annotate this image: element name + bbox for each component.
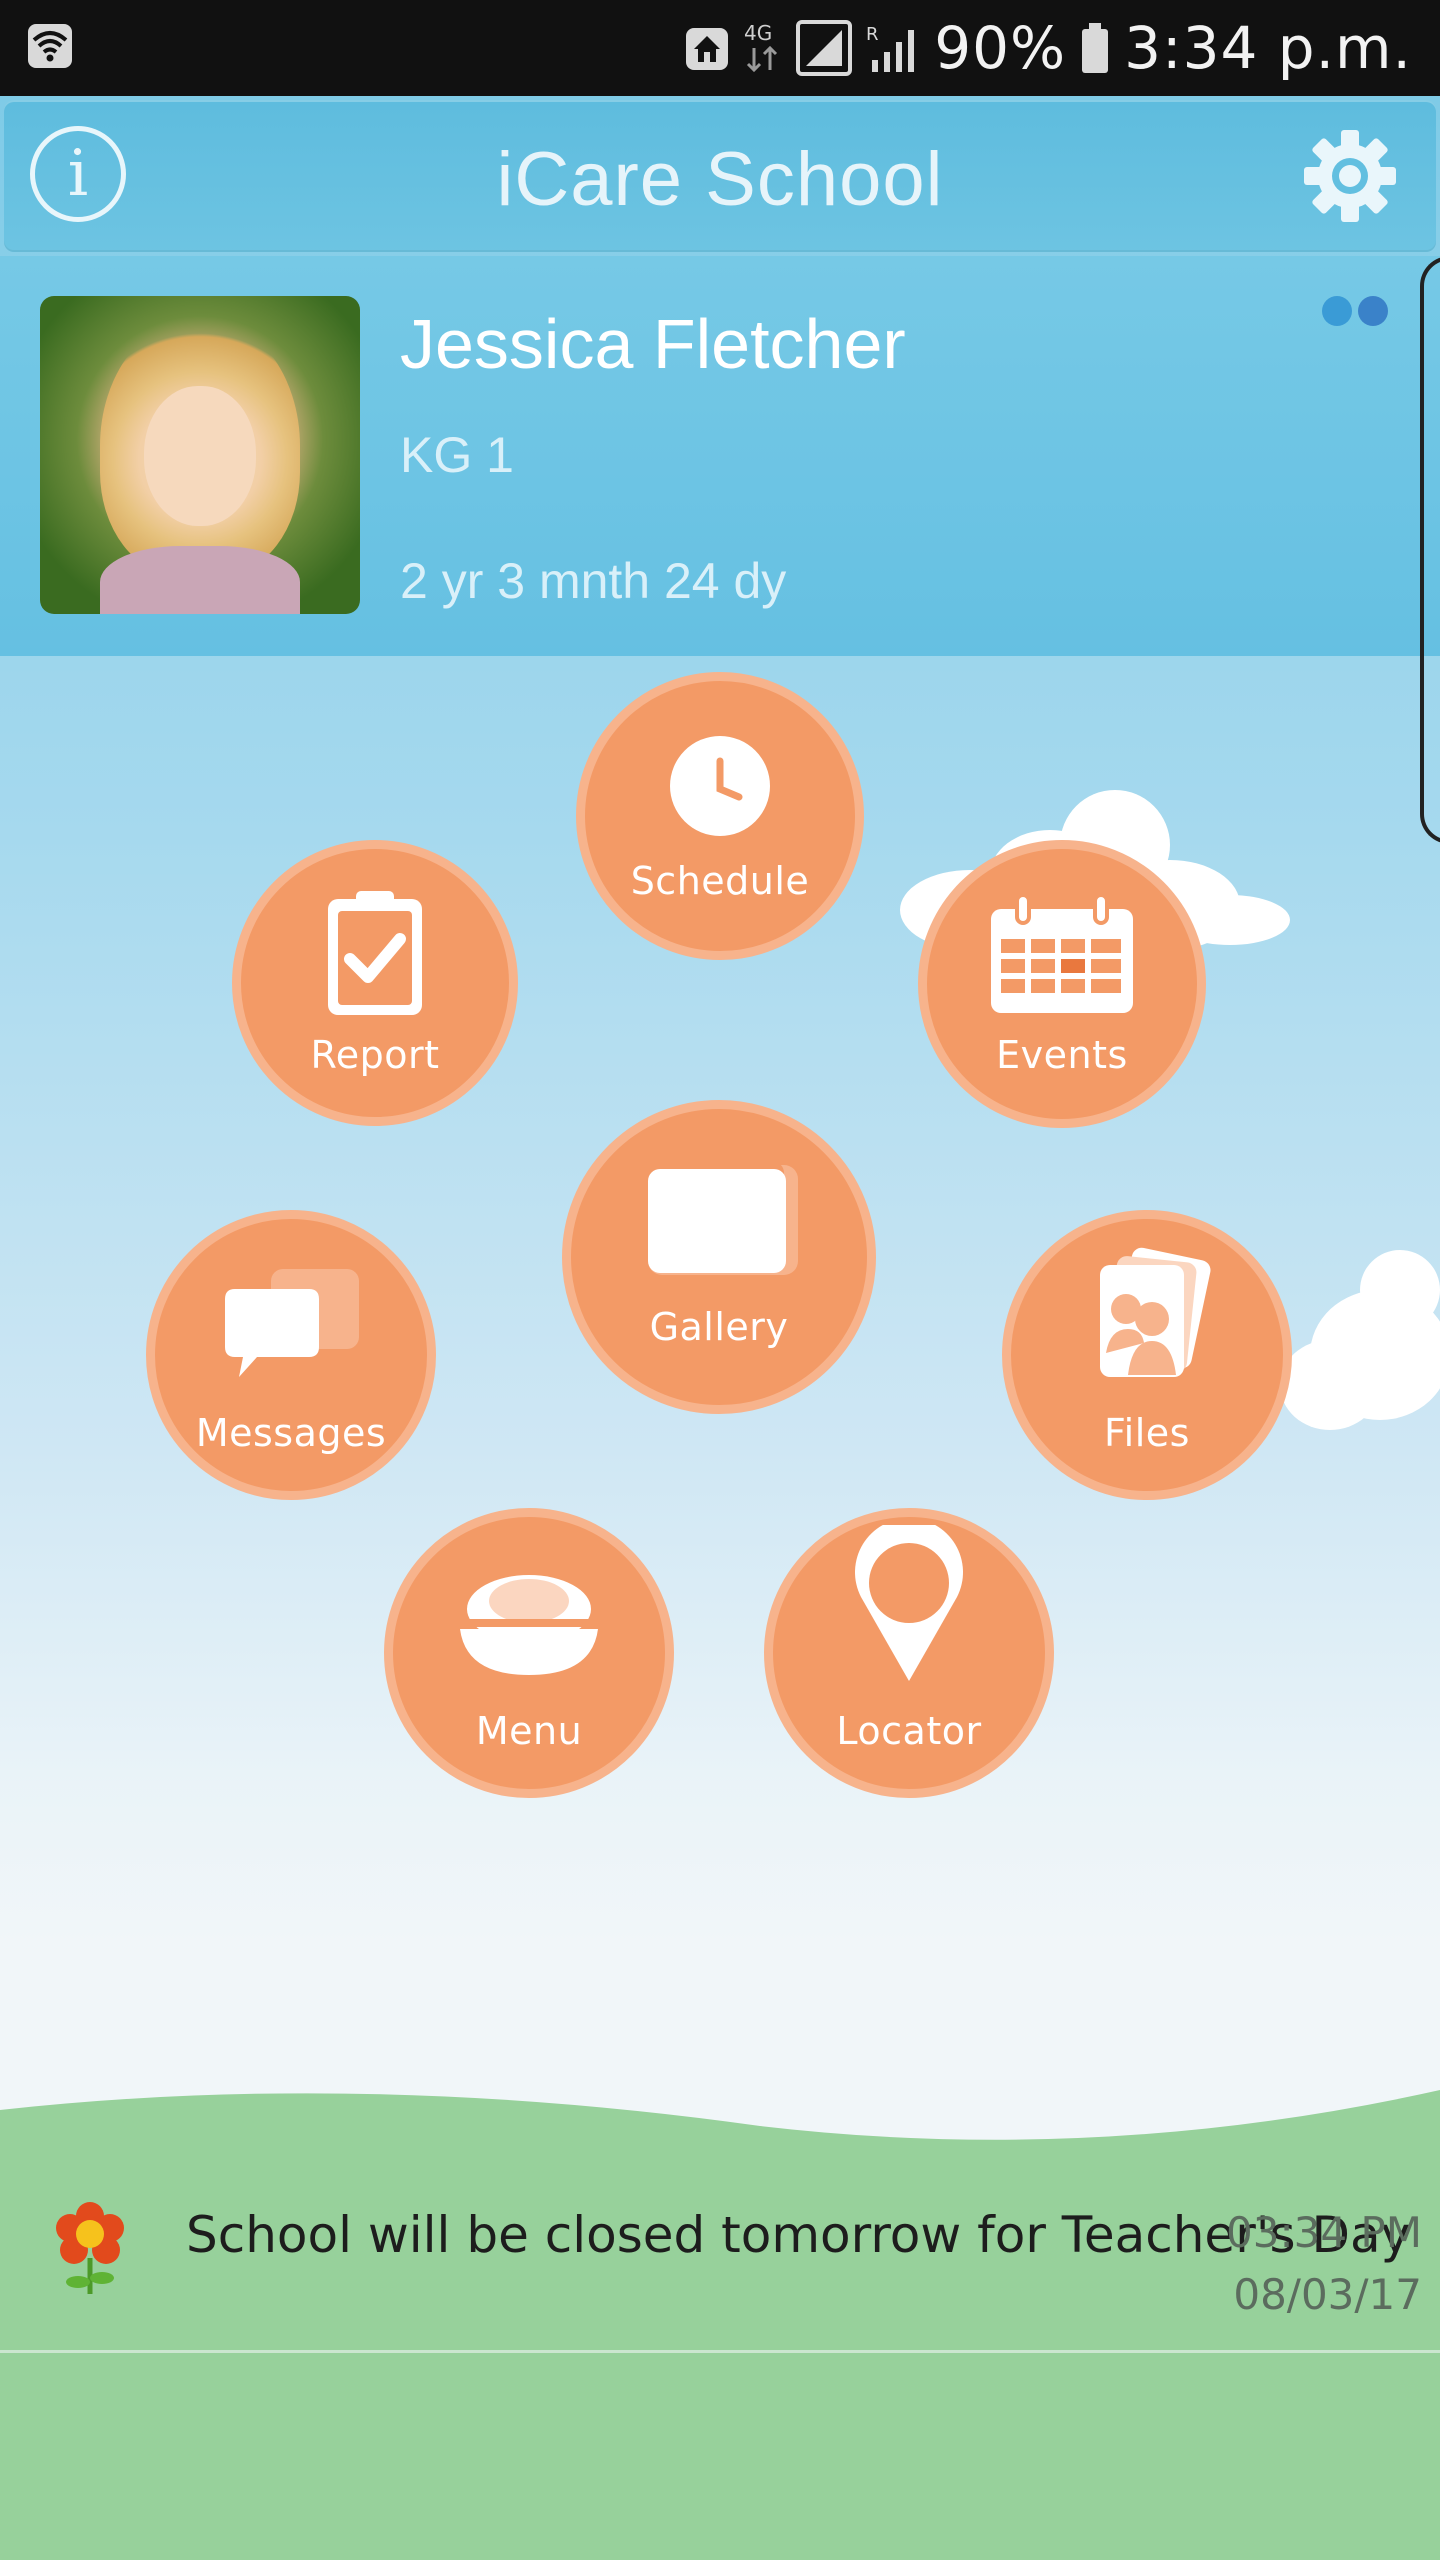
gallery-button[interactable]: Gallery <box>562 1100 876 1414</box>
student-age: 2 yr 3 mnth 24 dy <box>400 553 787 609</box>
clock-time: 3:34 p.m. <box>1124 14 1412 82</box>
report-button[interactable]: Report <box>232 840 518 1126</box>
events-label: Events <box>996 1033 1128 1077</box>
page-indicator <box>1322 296 1388 326</box>
status-bar: 4G R 90% 3:34 p.m. <box>0 0 1440 96</box>
student-grade: KG 1 <box>400 427 514 483</box>
menu-label: Menu <box>475 1709 583 1753</box>
notice-timestamp: 03:34 PM 08/03/17 <box>1226 2202 1422 2326</box>
home-icon <box>686 28 729 70</box>
clock-icon <box>670 736 770 836</box>
food-bowl-icon <box>458 1575 600 1675</box>
svg-text:R: R <box>866 24 879 45</box>
clipboard-check-icon <box>328 891 422 1015</box>
page-dot <box>1358 296 1388 326</box>
student-name: Jessica Fletcher <box>400 305 906 383</box>
messages-button[interactable]: Messages <box>146 1210 436 1500</box>
roaming-signal-icon: R <box>866 24 915 72</box>
files-label: Files <box>1104 1411 1190 1455</box>
app-header: i iCare School <box>4 100 1436 252</box>
report-label: Report <box>310 1033 440 1077</box>
4g-icon: 4G <box>744 21 778 73</box>
files-button[interactable]: Files <box>1002 1210 1292 1500</box>
app-title: iCare School <box>496 137 944 222</box>
map-pin-icon <box>855 1525 963 1681</box>
schedule-button[interactable]: Schedule <box>576 672 864 960</box>
gallery-label: Gallery <box>649 1305 789 1349</box>
photos-icon <box>640 1161 798 1275</box>
student-profile-card[interactable]: Jessica Fletcher KG 1 2 yr 3 mnth 24 dy <box>0 256 1440 656</box>
notice-item[interactable]: School will be closed tomorrow for Teach… <box>0 2180 1440 2353</box>
messages-label: Messages <box>195 1411 387 1455</box>
locator-button[interactable]: Locator <box>764 1508 1054 1798</box>
schedule-label: Schedule <box>630 859 810 903</box>
menu-button[interactable]: Menu <box>384 1508 674 1798</box>
svg-text:4G: 4G <box>744 21 772 45</box>
settings-gear-icon[interactable] <box>1300 126 1400 226</box>
files-people-icon <box>1100 1247 1211 1377</box>
notice-time: 03:34 PM <box>1226 2208 1422 2257</box>
wifi-icon <box>28 24 72 68</box>
notice-date: 08/03/17 <box>1233 2270 1422 2319</box>
student-photo <box>40 296 360 614</box>
events-button[interactable]: Events <box>918 840 1206 1128</box>
battery-icon <box>1082 23 1109 73</box>
flower-icon <box>56 2202 124 2294</box>
side-drawer-handle[interactable] <box>1420 256 1440 844</box>
chat-bubbles-icon <box>225 1269 359 1377</box>
battery-percent: 90% <box>934 14 1067 82</box>
locator-label: Locator <box>836 1709 982 1753</box>
page-dot <box>1322 296 1352 326</box>
signal-icon <box>796 20 853 76</box>
calendar-icon <box>991 895 1133 1013</box>
